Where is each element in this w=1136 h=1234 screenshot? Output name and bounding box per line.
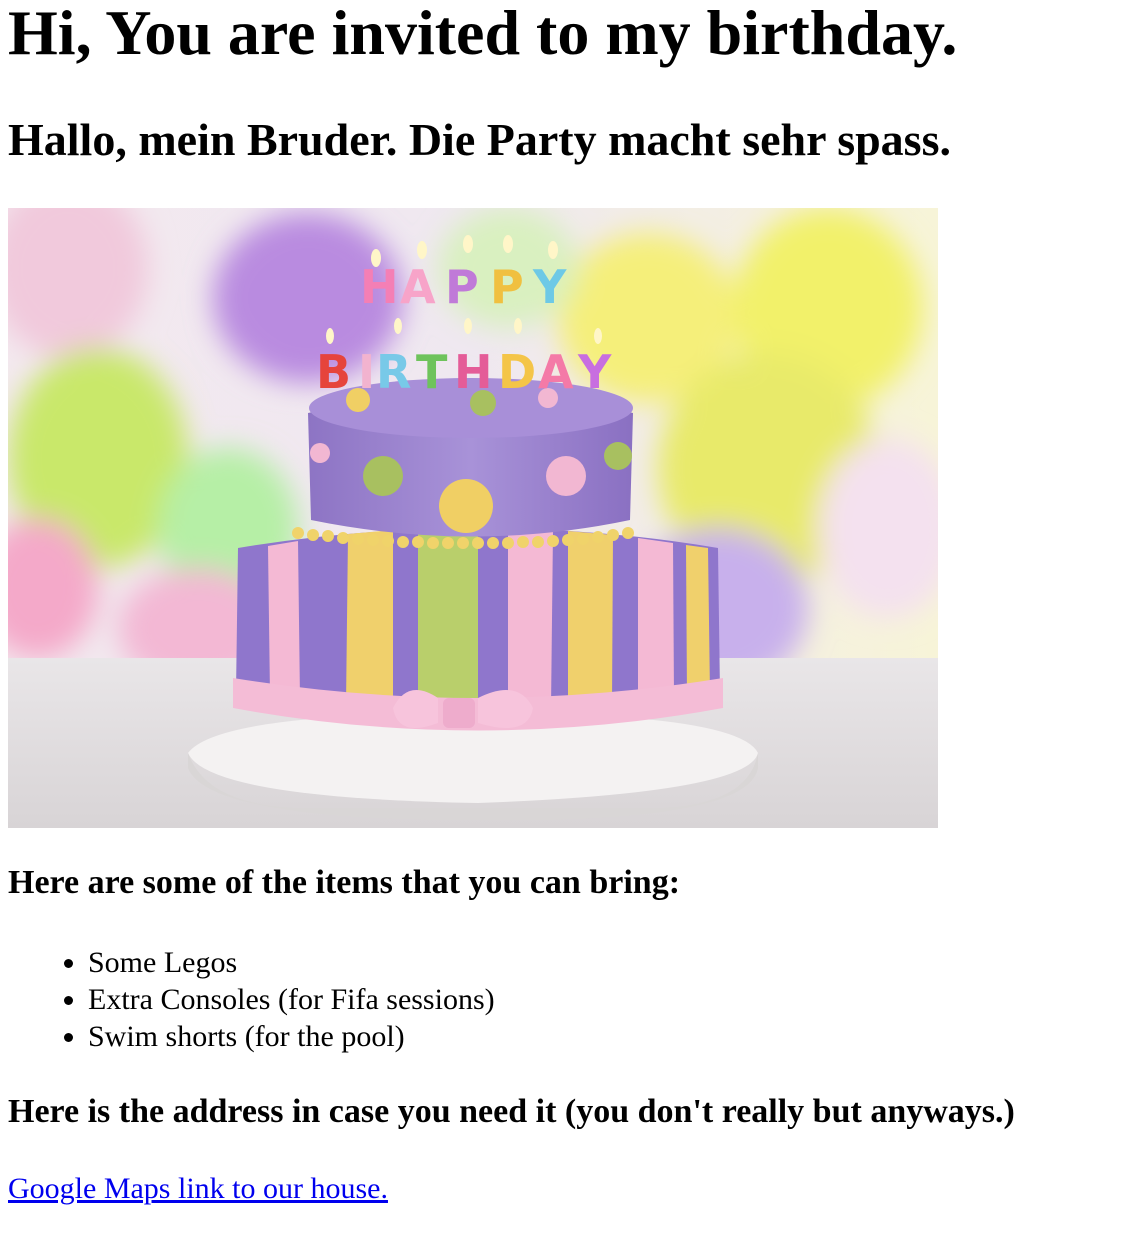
svg-text:P: P bbox=[445, 260, 479, 314]
list-item: Some Legos bbox=[88, 944, 495, 981]
svg-text:Y: Y bbox=[577, 345, 612, 399]
list-item: Swim shorts (for the pool) bbox=[88, 1018, 495, 1055]
svg-text:A: A bbox=[538, 345, 574, 399]
page-title: Hi, You are invited to my birthday. bbox=[8, 0, 958, 68]
items-list: Some Legos Extra Consoles (for Fifa sess… bbox=[8, 944, 495, 1055]
svg-text:Y: Y bbox=[532, 260, 567, 314]
address-heading: Here is the address in case you need it … bbox=[8, 1093, 1015, 1130]
svg-text:D: D bbox=[498, 345, 536, 399]
bring-items-heading: Here are some of the items that you can … bbox=[8, 864, 681, 901]
svg-text:H: H bbox=[360, 260, 399, 314]
page-subtitle: Hallo, mein Bruder. Die Party macht sehr… bbox=[8, 114, 951, 165]
svg-text:I: I bbox=[358, 345, 375, 399]
svg-text:R: R bbox=[376, 345, 411, 399]
svg-text:P: P bbox=[490, 260, 524, 314]
birthday-cake-image: H A P P Y B I R T H D A Y bbox=[8, 208, 938, 828]
svg-text:H: H bbox=[454, 345, 493, 399]
google-maps-link[interactable]: Google Maps link to our house. bbox=[8, 1172, 388, 1206]
list-item: Extra Consoles (for Fifa sessions) bbox=[88, 981, 495, 1018]
svg-text:B: B bbox=[316, 345, 351, 399]
svg-text:T: T bbox=[416, 345, 448, 399]
svg-text:A: A bbox=[400, 260, 436, 314]
